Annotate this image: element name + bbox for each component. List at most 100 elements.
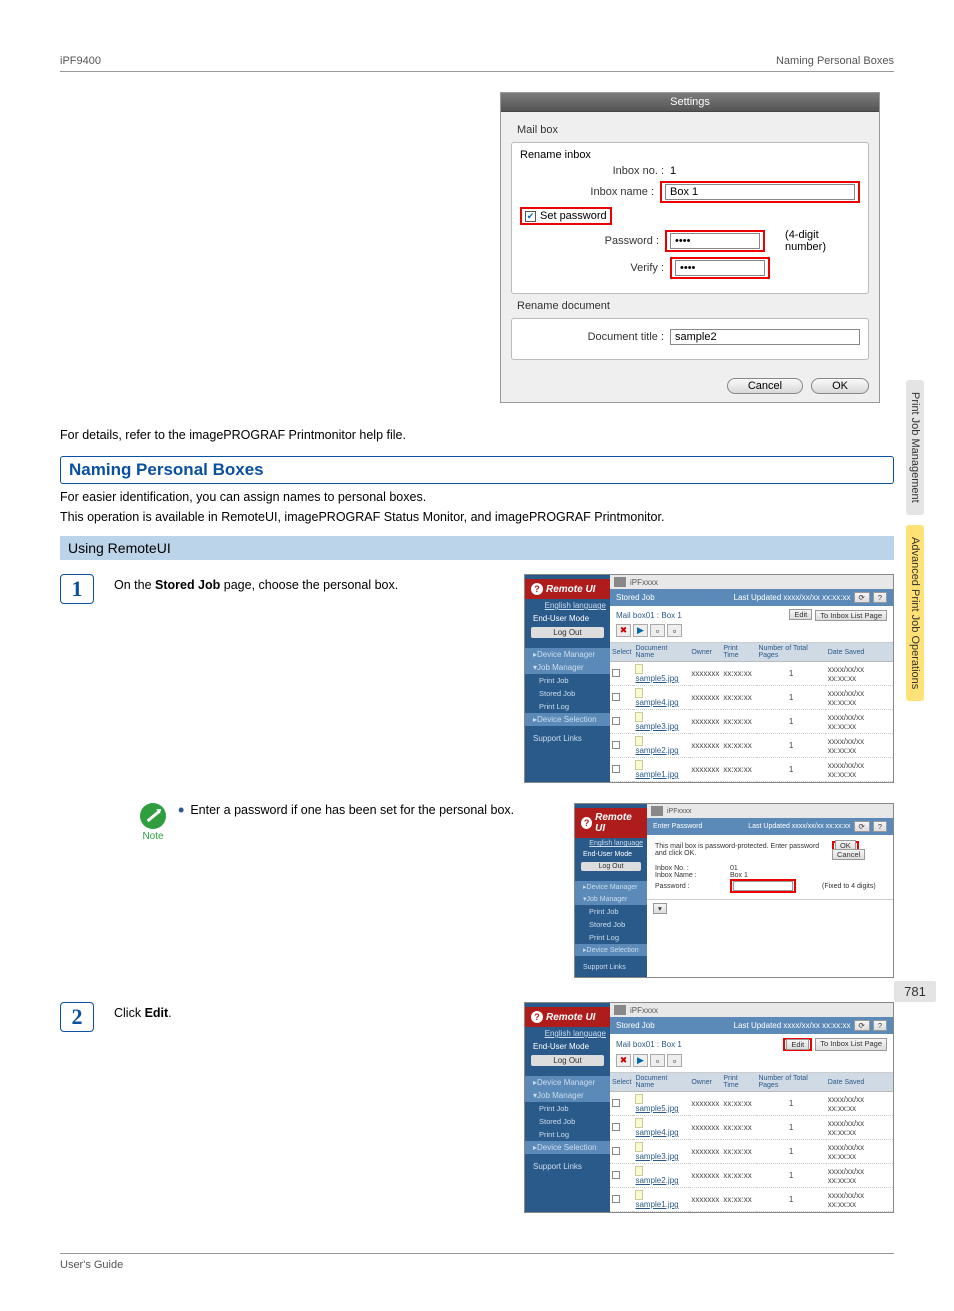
header-topic: Naming Personal Boxes [776, 55, 894, 67]
row-checkbox[interactable] [612, 765, 620, 773]
nav-device-selection[interactable]: ▸Device Selection [575, 944, 647, 956]
logout-button[interactable]: Log Out [581, 862, 641, 871]
nav-device-selection[interactable]: ▸Device Selection [525, 1141, 610, 1154]
inbox-no-label: Inbox no. : [520, 165, 670, 177]
help-icon[interactable]: ? [873, 821, 887, 832]
last-updated: Last Updated xxxx/xx/xx xx:xx:xx [748, 823, 850, 830]
play-icon[interactable]: ▶ [633, 624, 648, 637]
pw-cancel-button[interactable]: Cancel [832, 849, 865, 860]
nav-print-job[interactable]: Print Job [575, 905, 647, 918]
tool-icon-1[interactable]: ▫ [650, 624, 665, 637]
para1: For easier identification, you can assig… [60, 490, 894, 504]
lang-link[interactable]: English language [575, 838, 647, 849]
edit-button[interactable]: Edit [786, 1039, 809, 1050]
nav-stored-job[interactable]: Stored Job [525, 687, 610, 700]
to-inbox-list-button[interactable]: To Inbox List Page [815, 1038, 887, 1051]
lang-link[interactable]: English language [525, 1027, 610, 1040]
doc-name-link[interactable]: sample1.jpg [635, 770, 678, 779]
inbox-no-value: 1 [670, 165, 676, 177]
remoteui-logo: ?Remote UI [525, 579, 610, 599]
verify-input[interactable]: •••• [675, 260, 765, 276]
stored-job-title: Stored Job [616, 593, 655, 602]
nav-device-manager[interactable]: ▸Device Manager [525, 648, 610, 661]
nav-job-manager[interactable]: ▾Job Manager [525, 661, 610, 674]
row-checkbox[interactable] [612, 669, 620, 677]
nav-device-manager[interactable]: ▸Device Manager [525, 1076, 610, 1089]
cancel-button[interactable]: Cancel [727, 378, 803, 394]
nav-job-manager[interactable]: ▾Job Manager [525, 1089, 610, 1102]
set-password-checkbox[interactable]: ✔ Set password [520, 207, 612, 225]
row-checkbox[interactable] [612, 1147, 620, 1155]
dialog-title: Settings [501, 93, 879, 112]
doc-name-link[interactable]: sample4.jpg [635, 1128, 678, 1137]
refresh-icon[interactable]: ⟳ [854, 1020, 870, 1031]
step-1-text: On the Stored Job page, choose the perso… [114, 574, 504, 592]
edit-button[interactable]: Edit [789, 609, 812, 620]
play-icon[interactable]: ▶ [633, 1054, 648, 1067]
nav-print-log[interactable]: Print Log [575, 931, 647, 944]
mode-label: End-User Mode [525, 612, 610, 625]
document-icon [635, 736, 643, 746]
table-row: sample1.jpg xxxxxxxxx:xx:xx1xxxx/xx/xx x… [610, 758, 893, 782]
tool-icon-1[interactable]: ▫ [650, 1054, 665, 1067]
nav-print-log[interactable]: Print Log [525, 1128, 610, 1141]
mailbox-label: Mail box [517, 124, 869, 136]
row-checkbox[interactable] [612, 1195, 620, 1203]
table-row: sample4.jpg xxxxxxxxx:xx:xx1xxxx/xx/xx x… [610, 686, 893, 710]
help-icon[interactable]: ? [873, 592, 887, 603]
tool-icon-2[interactable]: ▫ [667, 1054, 682, 1067]
nav-stored-job[interactable]: Stored Job [575, 918, 647, 931]
inbox-name-input[interactable]: Box 1 [665, 184, 855, 200]
nav-support-links[interactable]: Support Links [575, 962, 647, 973]
nav-print-job[interactable]: Print Job [525, 674, 610, 687]
nav-print-job[interactable]: Print Job [525, 1102, 610, 1115]
nav-device-manager[interactable]: ▸Device Manager [575, 881, 647, 893]
to-inbox-list-button[interactable]: To Inbox List Page [815, 610, 887, 621]
doc-name-link[interactable]: sample1.jpg [635, 1200, 678, 1209]
para2: This operation is available in RemoteUI,… [60, 510, 894, 524]
doc-name-link[interactable]: sample5.jpg [635, 1104, 678, 1113]
nav-job-manager[interactable]: ▾Job Manager [575, 893, 647, 905]
table-row: sample3.jpg xxxxxxxxx:xx:xx1xxxx/xx/xx x… [610, 710, 893, 734]
refresh-icon[interactable]: ⟳ [854, 821, 870, 832]
row-checkbox[interactable] [612, 1099, 620, 1107]
nav-device-selection[interactable]: ▸Device Selection [525, 713, 610, 726]
nav-stored-job[interactable]: Stored Job [525, 1115, 610, 1128]
help-icon[interactable]: ? [873, 1020, 887, 1031]
expand-icon[interactable]: ▾ [653, 903, 667, 914]
password-message: This mail box is password-protected. Ent… [655, 843, 832, 857]
doc-name-link[interactable]: sample3.jpg [635, 1152, 678, 1161]
nav-print-log[interactable]: Print Log [525, 700, 610, 713]
doc-title-input[interactable]: sample2 [670, 329, 860, 345]
logout-button[interactable]: Log Out [531, 1055, 604, 1066]
ok-button[interactable]: OK [811, 378, 869, 394]
section-title: Naming Personal Boxes [60, 456, 894, 484]
nav-support-links[interactable]: Support Links [525, 1160, 610, 1173]
step-2-text: Click Edit. [114, 1002, 504, 1020]
row-checkbox[interactable] [612, 741, 620, 749]
mode-label: End-User Mode [575, 849, 647, 860]
logout-button[interactable]: Log Out [531, 627, 604, 638]
verify-label: Verify : [520, 262, 670, 274]
tool-icon-2[interactable]: ▫ [667, 624, 682, 637]
pw-input[interactable] [733, 881, 793, 891]
doc-name-link[interactable]: sample3.jpg [635, 722, 678, 731]
remoteui-password-screenshot: ?Remote UI English language End-User Mod… [574, 803, 894, 978]
nav-support-links[interactable]: Support Links [525, 732, 610, 745]
lang-link[interactable]: English language [525, 599, 610, 612]
side-tab-1: Print Job Management [906, 380, 924, 515]
row-checkbox[interactable] [612, 1123, 620, 1131]
doc-name-link[interactable]: sample2.jpg [635, 1176, 678, 1185]
row-checkbox[interactable] [612, 693, 620, 701]
delete-icon[interactable]: ✖ [616, 624, 631, 637]
refresh-icon[interactable]: ⟳ [854, 592, 870, 603]
delete-icon[interactable]: ✖ [616, 1054, 631, 1067]
footer-left: User's Guide [60, 1259, 123, 1271]
job-table: SelectDocument NameOwnerPrint TimeNumber… [610, 1073, 893, 1212]
row-checkbox[interactable] [612, 1171, 620, 1179]
password-input[interactable]: •••• [670, 233, 760, 249]
doc-name-link[interactable]: sample2.jpg [635, 746, 678, 755]
doc-name-link[interactable]: sample5.jpg [635, 674, 678, 683]
row-checkbox[interactable] [612, 717, 620, 725]
doc-name-link[interactable]: sample4.jpg [635, 698, 678, 707]
